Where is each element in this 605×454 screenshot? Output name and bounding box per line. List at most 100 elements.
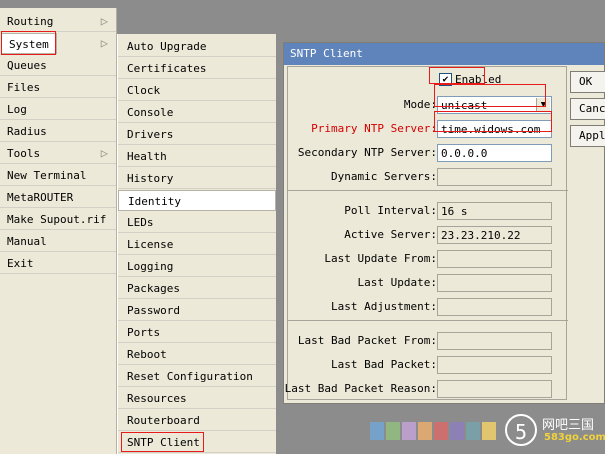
submenu-item-password[interactable]: Password <box>118 300 276 321</box>
submenu-item-ports[interactable]: Ports <box>118 322 276 343</box>
menu-item-radius[interactable]: Radius <box>0 121 116 142</box>
menu-item-metarouter[interactable]: MetaROUTER <box>0 187 116 208</box>
poll-interval-value: 16 s <box>441 205 468 218</box>
menu-item-manual[interactable]: Manual <box>0 231 116 252</box>
last-adjustment-label: Last Adjustment: <box>331 300 437 313</box>
menu-item-label: Log <box>7 103 27 116</box>
enabled-label: Enabled <box>455 73 502 86</box>
mode-value: unicast <box>441 99 488 112</box>
submenu-item-label: History <box>127 172 174 185</box>
submenu-item-label: Reset Configuration <box>127 370 253 383</box>
watermark-tile <box>450 422 464 440</box>
submenu-item-label: Health <box>127 150 167 163</box>
submenu-item-auto-upgrade[interactable]: Auto Upgrade <box>118 36 276 57</box>
menu-item-routing[interactable]: Routing ▷ <box>0 11 116 32</box>
menu-item-files[interactable]: Files <box>0 77 116 98</box>
menu-item-label: Make Supout.rif <box>7 213 107 226</box>
menu-item-label: New Terminal <box>7 169 87 182</box>
submenu-item-license[interactable]: License <box>118 234 276 255</box>
menu-item-system[interactable]: System <box>1 33 57 54</box>
enabled-row: ✔ Enabled <box>288 72 568 92</box>
submenu-item-resources[interactable]: Resources <box>118 388 276 409</box>
menu-item-new-terminal[interactable]: New Terminal <box>0 165 116 186</box>
submenu-item-label: Packages <box>127 282 180 295</box>
submenu-item-label: SNTP Client <box>127 436 200 449</box>
menu-item-label: Routing <box>7 15 54 28</box>
active-server-label: Active Server: <box>344 228 437 241</box>
active-server-value: 23.23.210.22 <box>441 229 521 242</box>
last-bad-packet-from-label: Last Bad Packet From: <box>297 334 437 347</box>
submenu-item-label: Resources <box>127 392 187 405</box>
primary-ntp-value: time.widows.com <box>441 123 541 136</box>
watermark-tile <box>386 422 400 440</box>
submenu-item-routerboard[interactable]: Routerboard <box>118 410 276 431</box>
menu-item-log[interactable]: Log <box>0 99 116 120</box>
submenu-item-clock[interactable]: Clock <box>118 80 276 101</box>
secondary-ntp-row: Secondary NTP Server: 0.0.0.0 <box>288 144 568 164</box>
menu-item-queues[interactable]: Queues <box>0 55 116 76</box>
submenu-item-logging[interactable]: Logging <box>118 256 276 277</box>
submenu-item-leds[interactable]: LEDs <box>118 212 276 233</box>
last-bad-packet-from-row: Last Bad Packet From: <box>288 332 568 352</box>
last-bad-packet-from-field <box>437 332 552 350</box>
mode-label: Mode: <box>403 98 437 111</box>
submenu-item-label: Certificates <box>127 62 207 75</box>
submenu-item-reboot[interactable]: Reboot <box>118 344 276 365</box>
poll-interval-label: Poll Interval: <box>344 204 437 217</box>
submenu-item-drivers[interactable]: Drivers <box>118 124 276 145</box>
ok-button[interactable]: OK <box>570 71 605 93</box>
submenu-item-packages[interactable]: Packages <box>118 278 276 299</box>
submenu-arrow-icon: ▷ <box>100 146 108 160</box>
submenu-item-identity[interactable]: Identity <box>118 190 276 211</box>
dynamic-servers-row: Dynamic Servers: <box>288 168 568 188</box>
watermark-tile <box>466 422 480 440</box>
last-update-label: Last Update: <box>357 276 437 289</box>
cancel-button-label: Cancel <box>579 102 605 115</box>
menu-item-make-supout[interactable]: Make Supout.rif <box>0 209 116 230</box>
last-bad-packet-reason-field <box>437 380 552 398</box>
menu-item-tools[interactable]: Tools ▷ <box>0 143 116 164</box>
submenu-item-label: Routerboard <box>127 414 200 427</box>
submenu-item-label: LEDs <box>127 216 154 229</box>
submenu-item-console[interactable]: Console <box>118 102 276 123</box>
last-bad-packet-row: Last Bad Packet: <box>288 356 568 376</box>
watermark-tile <box>418 422 432 440</box>
submenu-item-certificates[interactable]: Certificates <box>118 58 276 79</box>
last-adjustment-field <box>437 298 552 316</box>
system-submenu: Auto Upgrade Certificates Clock Console … <box>117 34 276 454</box>
active-server-field: 23.23.210.22 <box>437 226 552 244</box>
ok-button-label: OK <box>579 75 593 88</box>
watermark-tile <box>482 422 496 440</box>
submenu-item-history[interactable]: History <box>118 168 276 189</box>
menu-item-exit[interactable]: Exit <box>0 253 116 274</box>
last-adjustment-row: Last Adjustment: <box>288 298 568 318</box>
menu-item-label: Exit <box>7 257 34 270</box>
poll-interval-row: Poll Interval: 16 s <box>288 202 568 222</box>
submenu-item-health[interactable]: Health <box>118 146 276 167</box>
submenu-item-label: Auto Upgrade <box>127 40 207 53</box>
menu-item-label: Tools <box>7 147 41 160</box>
dialog-title: SNTP Client <box>284 43 604 65</box>
secondary-ntp-input[interactable]: 0.0.0.0 <box>437 144 552 162</box>
enabled-checkbox[interactable]: ✔ <box>439 73 452 86</box>
watermark-title: 网吧三国 <box>542 418 595 433</box>
separator <box>288 190 568 191</box>
dynamic-servers-field <box>437 168 552 186</box>
submenu-item-label: Identity <box>128 195 181 208</box>
submenu-item-reset-configuration[interactable]: Reset Configuration <box>118 366 276 387</box>
dialog-form: ✔ Enabled Mode: unicast ▼ Primary NTP Se… <box>284 66 568 400</box>
secondary-ntp-value: 0.0.0.0 <box>441 147 488 160</box>
cancel-button[interactable]: Cancel <box>570 98 605 120</box>
mode-select[interactable]: unicast ▼ <box>437 96 552 114</box>
last-bad-packet-reason-label: Last Bad Packet Reason: <box>284 382 437 395</box>
menu-item-label: Manual <box>7 235 47 248</box>
submenu-item-label: Password <box>127 304 180 317</box>
menu-item-label: Queues <box>7 59 47 72</box>
primary-ntp-input[interactable]: time.widows.com <box>437 120 552 138</box>
dropdown-arrow-icon[interactable]: ▼ <box>536 98 550 112</box>
dynamic-servers-label: Dynamic Servers: <box>331 170 437 183</box>
watermark-logo-icon: 5 <box>505 414 537 446</box>
separator <box>288 320 568 321</box>
apply-button[interactable]: Apply <box>570 125 605 147</box>
submenu-item-sntp-client[interactable]: SNTP Client <box>118 432 276 453</box>
